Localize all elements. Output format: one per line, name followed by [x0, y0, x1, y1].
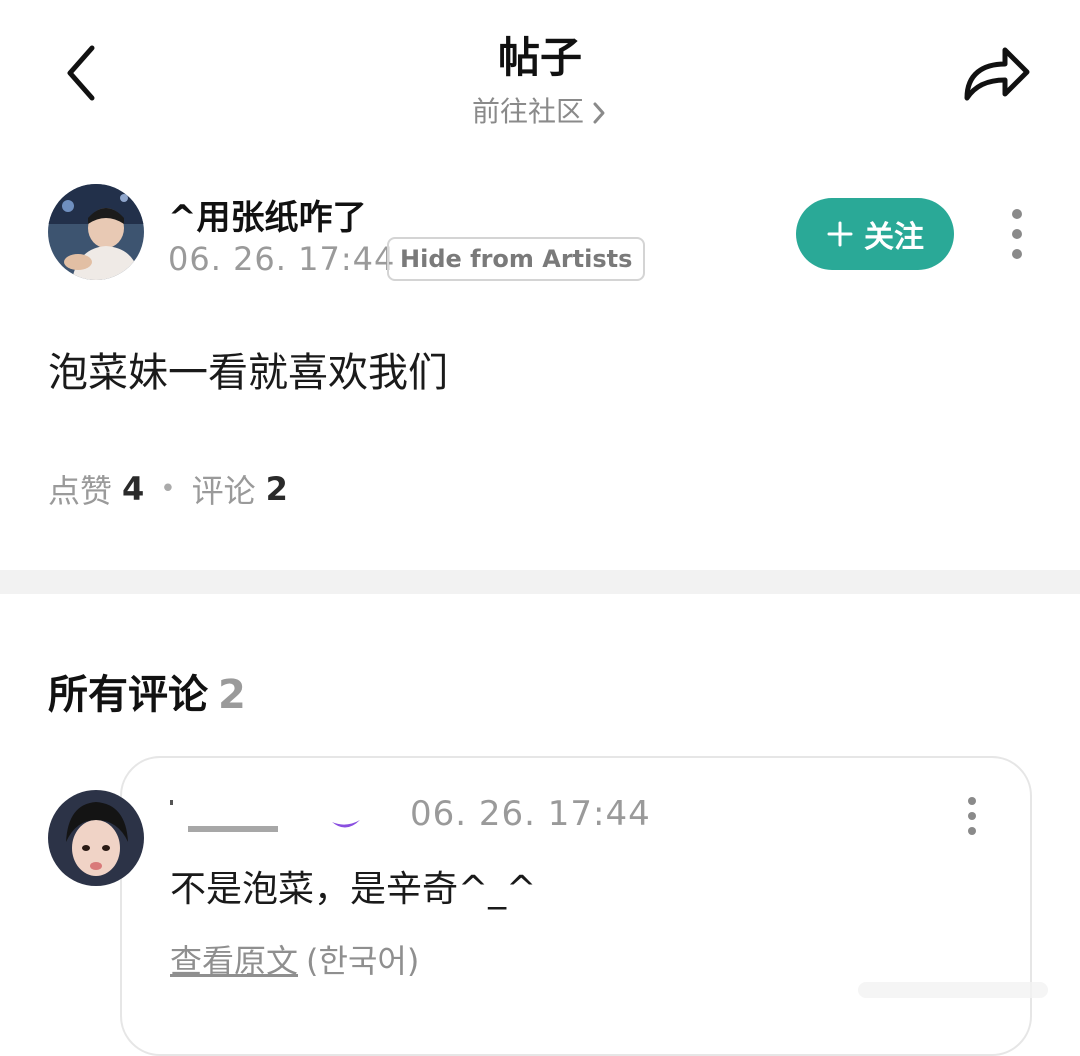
chevron-right-icon	[593, 102, 605, 124]
go-to-community-label: 前往社区	[471, 95, 584, 128]
comment-timestamp: 06. 26. 17:44	[410, 794, 651, 834]
author-name[interactable]: ^用张纸咋了	[168, 190, 367, 239]
post-stats: 点赞 4 • 评论 2	[48, 466, 288, 512]
post-timestamp: 06. 26. 17:44	[168, 240, 396, 278]
comments-count: 2	[265, 470, 288, 508]
follow-button[interactable]: 关注	[796, 198, 954, 270]
comments-heading-title: 所有评论	[48, 672, 208, 718]
commenter-avatar[interactable]	[48, 790, 144, 886]
original-language: (한국어)	[306, 942, 420, 980]
post-content: 泡菜妹一看就喜欢我们	[48, 350, 448, 396]
author-avatar[interactable]	[48, 184, 144, 280]
view-original-link[interactable]: 查看原文	[170, 942, 298, 980]
comments-label[interactable]: 评论	[192, 466, 256, 512]
comment-text: 不是泡菜，是辛奇^_^	[170, 869, 537, 910]
go-to-community-link[interactable]: 前往社区	[0, 90, 1080, 130]
section-divider	[0, 570, 1080, 594]
more-vertical-icon	[1012, 209, 1022, 259]
share-button[interactable]	[955, 36, 1039, 110]
gesture-bar-overlay	[858, 980, 1048, 1000]
comment-more-button[interactable]	[962, 796, 982, 836]
comments-heading: 所有评论 2	[48, 662, 246, 720]
plus-icon	[827, 221, 853, 247]
commenter-name-redacted[interactable]	[170, 796, 370, 836]
translate-row: 查看原文 (한국어)	[170, 936, 419, 982]
follow-label: 关注	[864, 220, 924, 255]
likes-count: 4	[122, 470, 145, 508]
page-title: 帖子	[497, 33, 582, 82]
separator-dot: •	[160, 474, 176, 504]
more-vertical-icon	[968, 797, 976, 835]
hide-from-artists-badge[interactable]: Hide from Artists	[387, 237, 646, 281]
comments-heading-count: 2	[218, 672, 246, 718]
share-icon	[964, 47, 1030, 101]
post-more-button[interactable]	[1000, 205, 1034, 263]
likes-label[interactable]: 点赞	[48, 466, 112, 512]
